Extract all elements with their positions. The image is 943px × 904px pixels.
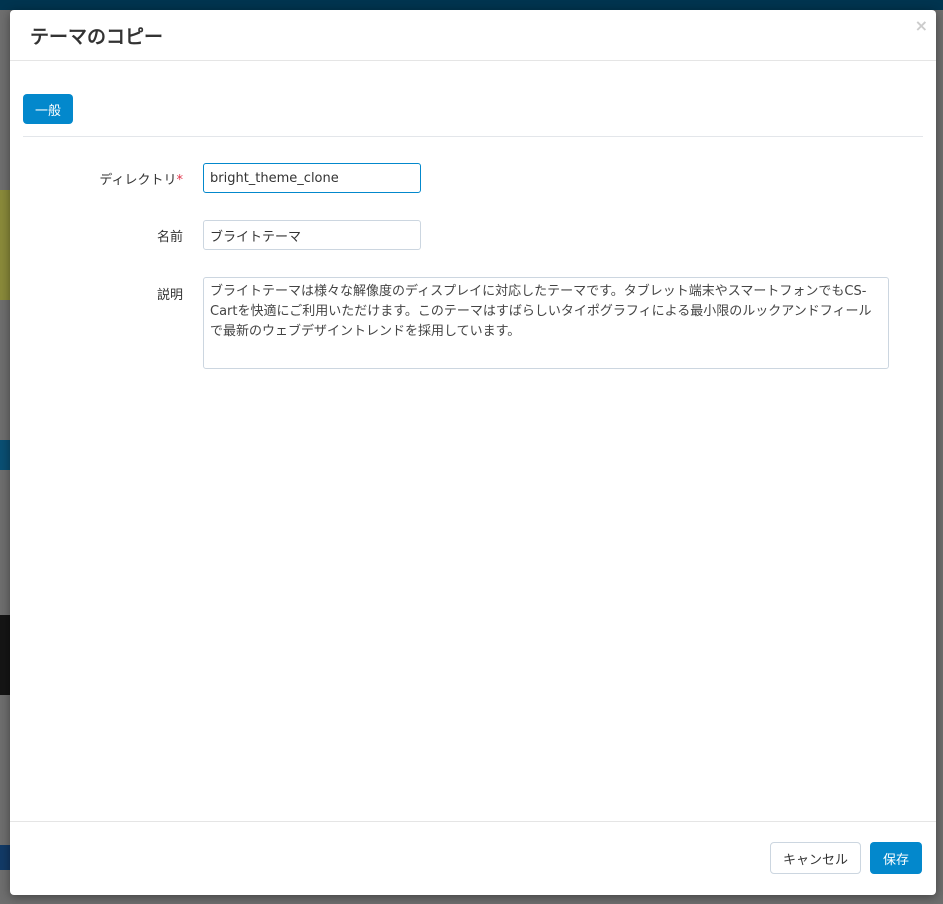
cancel-button[interactable]: キャンセル <box>770 842 861 874</box>
tab-divider <box>23 136 923 137</box>
background-block <box>0 440 10 470</box>
copy-theme-dialog: テーマのコピー × 一般 ディレクトリ* bright_theme_clone … <box>10 10 936 895</box>
background-image <box>0 615 10 695</box>
name-label: 名前 <box>156 230 183 245</box>
required-mark: * <box>176 173 184 188</box>
name-input[interactable]: ブライトテーマ <box>203 220 421 250</box>
directory-label-text: ディレクトリ <box>99 173 177 188</box>
dialog-title: テーマのコピー <box>30 26 164 48</box>
background-block <box>0 845 10 870</box>
save-button[interactable]: 保存 <box>870 842 922 874</box>
dialog-footer: キャンセル 保存 <box>10 821 936 895</box>
dialog-header: テーマのコピー × <box>10 10 936 61</box>
description-label: 説明 <box>156 288 183 303</box>
tab-general[interactable]: 一般 <box>23 94 73 124</box>
description-textarea[interactable]: ブライトテーマは様々な解像度のディスプレイに対応したテーマです。タブレット端末や… <box>203 277 889 369</box>
close-icon[interactable]: × <box>915 16 928 35</box>
background-top-bar <box>0 0 943 10</box>
directory-label: ディレクトリ* <box>99 169 183 188</box>
directory-input[interactable]: bright_theme_clone <box>203 163 421 193</box>
background-banner <box>0 190 10 300</box>
